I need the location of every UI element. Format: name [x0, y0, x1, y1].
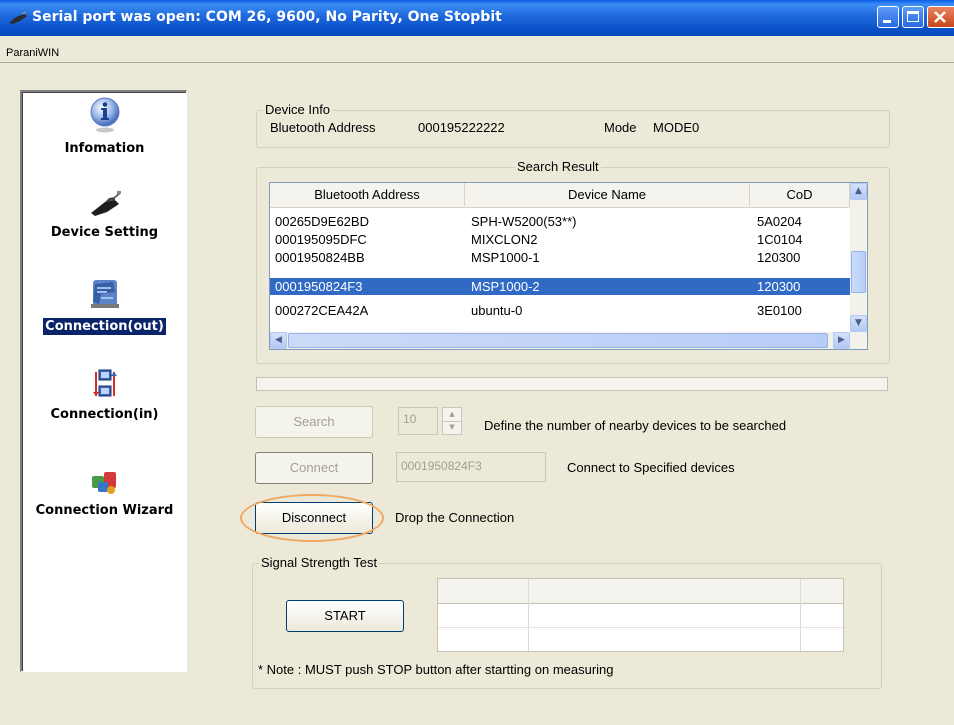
search-count-value: 10 — [403, 412, 417, 426]
cell-device-name: MSP1000-1 — [471, 250, 540, 265]
sidebar-item-label: Connection Wizard — [35, 503, 174, 518]
connect-target-input[interactable]: 0001950824F3 — [396, 452, 546, 482]
grid-column-divider — [528, 579, 529, 651]
cell-device-name: MIXCLON2 — [471, 232, 538, 247]
connect-button-label: Connect — [289, 460, 339, 475]
connect-target-value: 0001950824F3 — [401, 459, 482, 473]
sidebar: Infomation Device Setting Connection(out… — [20, 90, 187, 672]
sidebar-item-connection-wizard[interactable]: Connection Wizard — [22, 468, 187, 519]
table-row[interactable]: 000195095DFC MIXCLON2 1C0104 — [270, 231, 850, 248]
connect-button[interactable]: Connect — [255, 452, 373, 484]
chevron-left-icon: ◀ — [275, 335, 282, 345]
disconnect-button-label: Disconnect — [281, 510, 347, 525]
window-title: Serial port was open: COM 26, 9600, No P… — [32, 9, 502, 25]
search-button[interactable]: Search — [255, 406, 373, 438]
device-info-legend: Device Info — [263, 102, 333, 117]
cell-address: 000195095DFC — [275, 232, 367, 247]
search-count-stepper[interactable]: ▲ ▼ — [442, 407, 462, 435]
bluetooth-address-value: 000195222222 — [418, 120, 505, 135]
cell-address: 00265D9E62BD — [275, 214, 369, 229]
connect-description: Connect to Specified devices — [567, 460, 735, 475]
serial-port-icon — [9, 11, 27, 24]
search-result-legend: Search Result — [515, 159, 601, 174]
scroll-down-button[interactable]: ▼ — [850, 315, 867, 332]
column-header-device-name[interactable]: Device Name — [465, 183, 750, 206]
chevron-up-icon: ▲ — [855, 186, 862, 196]
signal-note: * Note : MUST push STOP button after sta… — [258, 662, 614, 677]
app-window: Serial port was open: COM 26, 9600, No P… — [0, 0, 954, 725]
table-row[interactable]: 000272CEA42A ubuntu-0 3E0100 — [270, 302, 850, 319]
mode-label: Mode — [604, 120, 637, 135]
cell-address: 0001950824F3 — [275, 279, 363, 294]
sidebar-item-label: Connection(in) — [50, 407, 159, 422]
scroll-up-button[interactable]: ▲ — [850, 183, 867, 200]
signal-strength-legend: Signal Strength Test — [259, 555, 380, 570]
search-result-list[interactable]: Bluetooth Address Device Name CoD 00265D… — [269, 182, 868, 350]
table-row[interactable]: 00265D9E62BD SPH-W5200(53**) 5A0204 — [270, 213, 850, 230]
search-count-input[interactable]: 10 — [398, 407, 438, 435]
column-header-cod[interactable]: CoD — [750, 183, 850, 206]
cell-cod: 1C0104 — [757, 232, 803, 247]
maximize-button[interactable] — [902, 6, 924, 28]
chevron-down-icon: ▼ — [855, 318, 862, 328]
minimize-button[interactable] — [877, 6, 899, 28]
disconnect-description: Drop the Connection — [395, 510, 515, 525]
signal-strength-grid — [437, 578, 844, 652]
bluetooth-address-label: Bluetooth Address — [270, 120, 376, 135]
grid-column-divider — [800, 579, 801, 651]
sidebar-item-label: Device Setting — [50, 225, 159, 240]
sidebar-item-information[interactable]: Infomation — [22, 96, 187, 157]
mode-value: MODE0 — [653, 120, 700, 135]
close-button[interactable] — [927, 6, 954, 28]
cell-cod: 120300 — [757, 279, 801, 294]
start-button[interactable]: START — [286, 600, 404, 632]
stepper-down-icon[interactable]: ▼ — [443, 421, 461, 434]
wizard-icon — [91, 472, 116, 494]
cell-cod: 5A0204 — [757, 214, 802, 229]
table-row-selected[interactable]: 0001950824F3 MSP1000-2 120300 — [270, 278, 850, 295]
list-header: Bluetooth Address Device Name CoD — [270, 183, 850, 208]
device-icon — [90, 191, 121, 216]
cell-device-name: SPH-W5200(53**) — [471, 214, 577, 229]
cell-address: 0001950824BB — [275, 250, 365, 265]
horizontal-scroll-thumb[interactable] — [288, 333, 828, 348]
scroll-left-button[interactable]: ◀ — [270, 332, 287, 349]
menu-paraniwin[interactable]: ParaniWIN — [6, 47, 59, 59]
connection-out-icon — [90, 280, 119, 308]
vertical-scrollbar[interactable]: ▲ ▼ — [850, 183, 867, 332]
sidebar-item-label: Connection(out) — [42, 317, 167, 336]
horizontal-scrollbar[interactable]: ◀ ▶ — [270, 332, 867, 349]
cell-cod: 120300 — [757, 250, 801, 265]
menu-bar: ParaniWIN — [0, 36, 954, 62]
cell-address: 000272CEA42A — [275, 303, 369, 318]
grid-row-divider — [438, 627, 843, 628]
cell-device-name: ubuntu-0 — [471, 303, 523, 318]
disconnect-button[interactable]: Disconnect — [255, 502, 373, 534]
chevron-right-icon: ▶ — [838, 335, 845, 345]
vertical-scroll-thumb[interactable] — [851, 251, 866, 293]
cell-cod: 3E0100 — [757, 303, 802, 318]
search-description: Define the number of nearby devices to b… — [484, 418, 787, 433]
search-progress-bar — [256, 377, 888, 391]
start-button-label: START — [324, 608, 366, 623]
close-icon — [934, 11, 946, 23]
column-header-address[interactable]: Bluetooth Address — [270, 183, 465, 206]
table-row[interactable]: 0001950824BB MSP1000-1 120300 — [270, 249, 850, 266]
scroll-right-button[interactable]: ▶ — [833, 332, 850, 349]
stepper-up-icon[interactable]: ▲ — [443, 408, 461, 422]
info-icon — [90, 97, 119, 133]
cell-device-name: MSP1000-2 — [471, 279, 540, 294]
search-button-label: Search — [293, 414, 335, 429]
sidebar-item-device-setting[interactable]: Device Setting — [22, 188, 187, 241]
sidebar-item-connection-in[interactable]: Connection(in) — [22, 368, 187, 423]
maximize-icon — [907, 11, 919, 22]
title-bar[interactable]: Serial port was open: COM 26, 9600, No P… — [0, 0, 954, 36]
minimize-icon — [883, 20, 891, 23]
sidebar-item-label: Infomation — [64, 141, 145, 156]
sidebar-item-connection-out[interactable]: Connection(out) — [22, 276, 187, 336]
connection-in-icon — [92, 369, 117, 397]
grid-header-row — [438, 579, 843, 604]
